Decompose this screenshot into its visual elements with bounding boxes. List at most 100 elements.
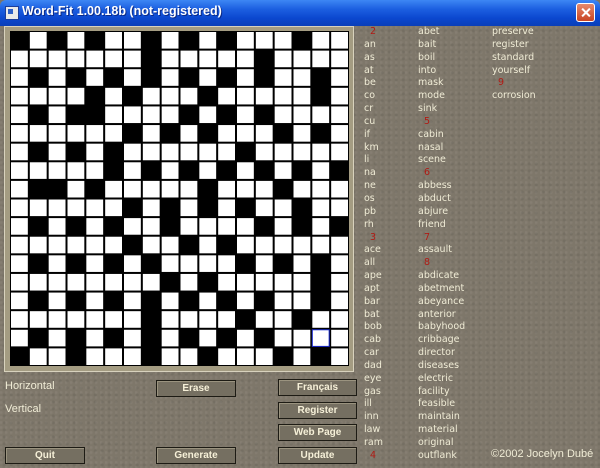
grid-cell[interactable] <box>180 180 198 198</box>
grid-cell[interactable] <box>86 292 104 310</box>
grid-cell[interactable] <box>255 273 273 291</box>
grid-cell[interactable] <box>11 180 28 198</box>
grid-cell[interactable] <box>86 329 104 347</box>
grid-cell[interactable] <box>124 32 141 49</box>
grid-cell[interactable] <box>237 236 254 254</box>
grid-cell[interactable] <box>274 218 292 235</box>
grid-cell[interactable] <box>237 162 254 179</box>
grid-cell[interactable] <box>161 106 179 124</box>
grid-cell[interactable] <box>161 32 179 49</box>
grid-cell[interactable] <box>142 180 160 198</box>
grid-cell[interactable] <box>199 311 217 328</box>
grid-cell[interactable] <box>255 348 273 365</box>
grid-cell[interactable] <box>86 236 104 254</box>
grid-cell[interactable] <box>274 236 292 254</box>
grid-cell[interactable] <box>312 180 330 198</box>
grid-cell[interactable] <box>161 87 179 105</box>
grid-cell[interactable] <box>237 106 254 124</box>
grid-cell[interactable] <box>29 348 47 365</box>
update-button[interactable]: Update <box>278 447 357 464</box>
grid-cell[interactable] <box>274 273 292 291</box>
grid-cell[interactable] <box>331 125 348 142</box>
grid-cell[interactable] <box>237 292 254 310</box>
grid-cell[interactable] <box>237 87 254 105</box>
grid-cell[interactable] <box>142 236 160 254</box>
grid-cell[interactable] <box>199 292 217 310</box>
grid-cell[interactable] <box>331 329 348 347</box>
grid-cell[interactable] <box>293 50 311 68</box>
grid-cell[interactable] <box>199 143 217 161</box>
grid-cell[interactable] <box>199 255 217 272</box>
grid-cell[interactable] <box>218 199 235 217</box>
grid-cell[interactable] <box>293 255 311 272</box>
grid-cell[interactable] <box>86 273 104 291</box>
grid-cell[interactable] <box>161 255 179 272</box>
grid-cell[interactable] <box>331 348 348 365</box>
grid-cell[interactable] <box>67 236 85 254</box>
grid-cell[interactable] <box>237 50 254 68</box>
quit-button[interactable]: Quit <box>5 447 85 464</box>
grid-cell[interactable] <box>180 218 198 235</box>
grid-cell[interactable] <box>312 311 330 328</box>
grid-cell[interactable] <box>331 180 348 198</box>
crossword-grid[interactable] <box>10 31 349 366</box>
grid-cell[interactable] <box>86 199 104 217</box>
grid-cell[interactable] <box>218 218 235 235</box>
grid-cell[interactable] <box>312 162 330 179</box>
grid-cell[interactable] <box>180 143 198 161</box>
grid-cell[interactable] <box>161 236 179 254</box>
grid-cell[interactable] <box>237 69 254 86</box>
grid-cell[interactable] <box>11 311 28 328</box>
grid-cell[interactable] <box>11 273 28 291</box>
grid-cell[interactable] <box>199 329 217 347</box>
grid-cell[interactable] <box>293 329 311 347</box>
grid-cell[interactable] <box>331 106 348 124</box>
grid-cell[interactable] <box>331 236 348 254</box>
grid-cell[interactable] <box>67 199 85 217</box>
grid-cell[interactable] <box>48 199 66 217</box>
grid-cell[interactable] <box>142 199 160 217</box>
grid-cell[interactable] <box>48 162 66 179</box>
grid-cell[interactable] <box>48 273 66 291</box>
grid-cell[interactable] <box>67 162 85 179</box>
grid-cell[interactable] <box>124 255 141 272</box>
grid-cell[interactable] <box>293 236 311 254</box>
grid-cell[interactable] <box>11 292 28 310</box>
web-page-button[interactable]: Web Page <box>278 424 357 441</box>
grid-cell[interactable] <box>331 255 348 272</box>
grid-cell[interactable] <box>161 69 179 86</box>
grid-cell[interactable] <box>29 32 47 49</box>
grid-cell[interactable] <box>180 125 198 142</box>
grid-cell[interactable] <box>274 32 292 49</box>
grid-cell[interactable] <box>180 311 198 328</box>
grid-cell[interactable] <box>293 106 311 124</box>
grid-cell[interactable] <box>29 125 47 142</box>
grid-cell[interactable] <box>293 125 311 142</box>
grid-cell[interactable] <box>180 273 198 291</box>
grid-cell[interactable] <box>11 329 28 347</box>
grid-cell[interactable] <box>124 106 141 124</box>
close-icon[interactable] <box>576 3 595 22</box>
grid-cell[interactable] <box>67 32 85 49</box>
grid-cell[interactable] <box>293 292 311 310</box>
grid-cell[interactable] <box>237 329 254 347</box>
register-button[interactable]: Register <box>278 402 357 419</box>
grid-cell[interactable] <box>331 50 348 68</box>
grid-cell[interactable] <box>105 106 122 124</box>
grid-cell[interactable] <box>105 311 122 328</box>
grid-cell[interactable] <box>86 218 104 235</box>
grid-cell[interactable] <box>331 87 348 105</box>
grid-cell[interactable] <box>331 311 348 328</box>
grid-cell[interactable] <box>199 106 217 124</box>
grid-cell[interactable] <box>105 50 122 68</box>
grid-cell[interactable] <box>293 87 311 105</box>
grid-cell[interactable] <box>255 311 273 328</box>
grid-cell[interactable] <box>142 87 160 105</box>
grid-cell[interactable] <box>124 329 141 347</box>
grid-cell[interactable] <box>124 50 141 68</box>
grid-cell[interactable] <box>255 87 273 105</box>
grid-cell[interactable] <box>105 273 122 291</box>
grid-cell[interactable] <box>142 218 160 235</box>
grid-cell[interactable] <box>199 162 217 179</box>
grid-cell[interactable] <box>218 180 235 198</box>
